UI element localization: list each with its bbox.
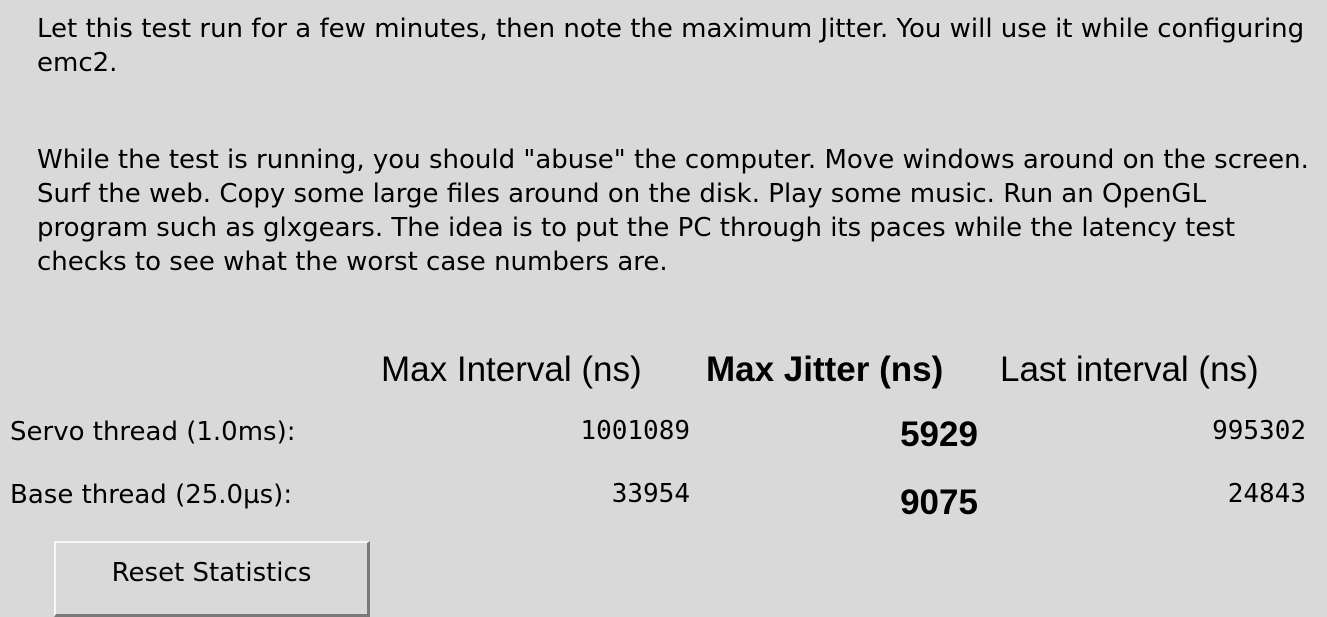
header-max-jitter: Max Jitter (ns) bbox=[706, 350, 944, 389]
base-thread-label: Base thread (25.0µs): bbox=[10, 480, 293, 510]
base-max-jitter-value: 9075 bbox=[900, 483, 978, 522]
header-last-interval: Last interval (ns) bbox=[1000, 350, 1259, 389]
servo-thread-label: Servo thread (1.0ms): bbox=[10, 417, 296, 447]
servo-max-interval-value: 1001089 bbox=[580, 416, 690, 446]
instruction-paragraph-2: While the test is running, you should "a… bbox=[37, 145, 1309, 277]
header-max-interval: Max Interval (ns) bbox=[381, 350, 642, 389]
reset-statistics-button[interactable]: Reset Statistics bbox=[54, 541, 370, 617]
instruction-paragraph-1: Let this test run for a few minutes, the… bbox=[37, 14, 1305, 78]
servo-last-interval-value: 995302 bbox=[1212, 416, 1306, 446]
base-max-interval-value: 33954 bbox=[611, 479, 690, 509]
servo-max-jitter-value: 5929 bbox=[900, 415, 978, 454]
base-last-interval-value: 24843 bbox=[1227, 479, 1306, 509]
